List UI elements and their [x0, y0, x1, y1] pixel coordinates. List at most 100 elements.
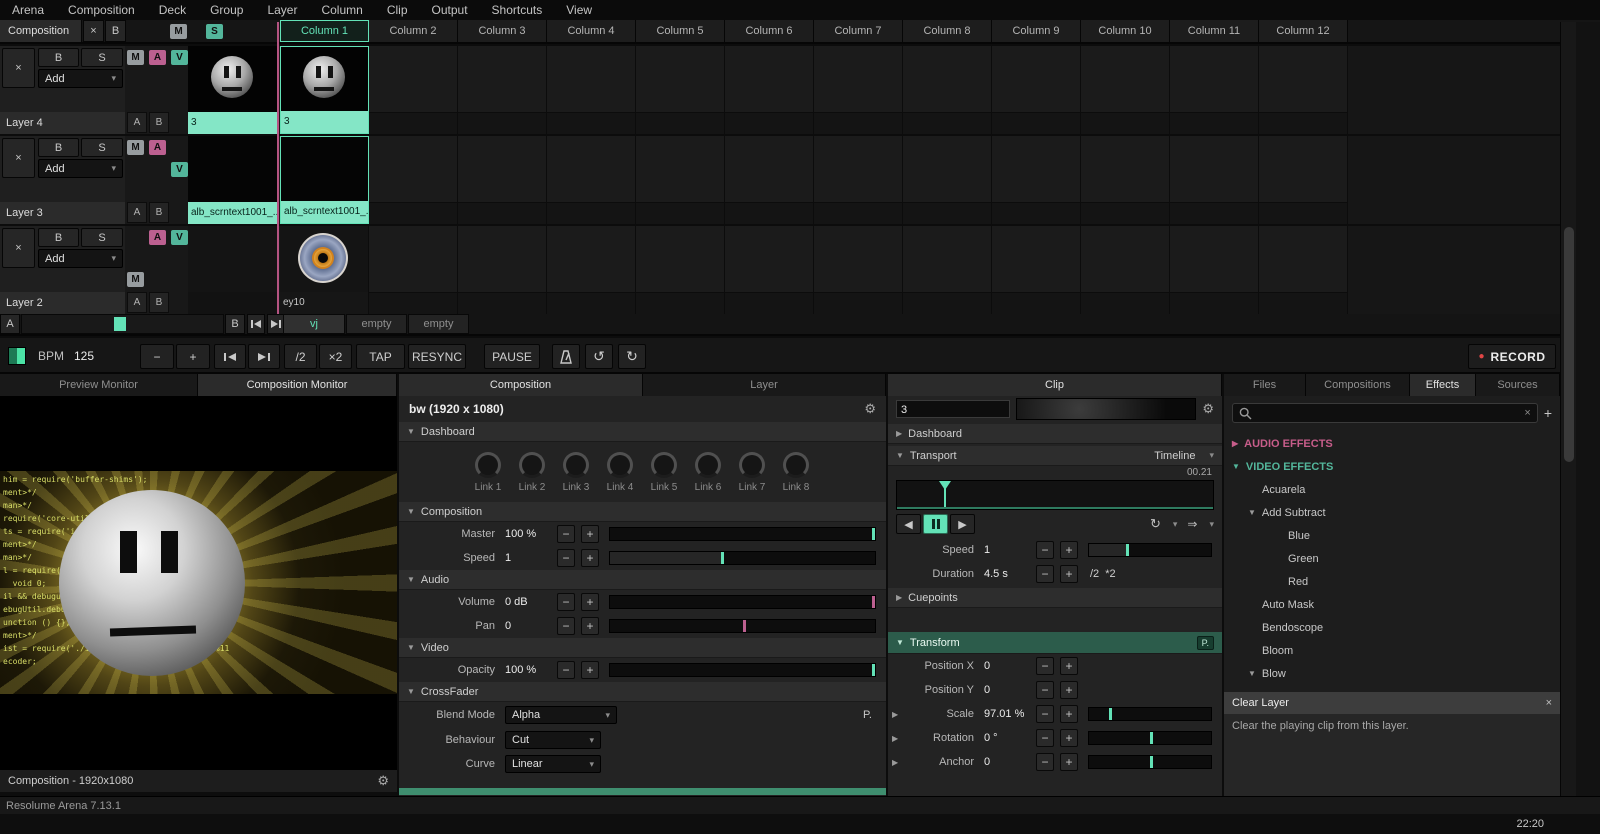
metronome-button[interactable]	[552, 344, 580, 369]
scrollbar-thumb[interactable]	[1564, 227, 1574, 462]
layer-solo-button[interactable]: S	[81, 228, 123, 247]
timeline-playhead-handle[interactable]	[939, 481, 952, 490]
tab-files[interactable]: Files	[1224, 374, 1306, 396]
section-video[interactable]: ▼ Video	[399, 638, 886, 658]
position-x-decrease[interactable]: −	[1036, 657, 1054, 675]
bpm-double-button[interactable]: ×2	[319, 344, 352, 369]
clip-cell-selected[interactable]: alb_scrntext1001_...	[280, 136, 369, 224]
master-value[interactable]: 100 %	[505, 528, 557, 540]
video-effects-category[interactable]: ▼ VIDEO EFFECTS	[1224, 455, 1560, 478]
anchor-increase[interactable]: +	[1060, 753, 1078, 771]
menu-composition[interactable]: Composition	[56, 0, 147, 20]
layer-v-toggle[interactable]: V	[171, 50, 188, 65]
gear-icon[interactable]: ⚙	[864, 401, 876, 417]
menu-group[interactable]: Group	[198, 0, 255, 20]
crossfader-b-button[interactable]: B	[225, 314, 245, 334]
beat-snap-back-button[interactable]	[214, 344, 246, 369]
layer-crossfader-b[interactable]: B	[149, 292, 169, 313]
section-cuepoints[interactable]: ▶ Cuepoints	[888, 588, 1222, 608]
clip-name-input[interactable]: 3	[896, 400, 1010, 418]
pause-button[interactable]: PAUSE	[484, 344, 540, 369]
anchor-decrease[interactable]: −	[1036, 753, 1054, 771]
undo-button[interactable]: ↺	[585, 344, 613, 369]
layer-a-toggle[interactable]: A	[149, 50, 166, 65]
bpm-decrease-button[interactable]: −	[140, 344, 174, 369]
duration-value[interactable]: 4.5 s	[984, 568, 1036, 580]
deck-tab-empty-1[interactable]: empty	[346, 314, 407, 334]
record-button[interactable]: ● RECORD	[1468, 344, 1556, 369]
param-p-button[interactable]: P.	[863, 709, 872, 721]
column-header-7[interactable]: Column 7	[814, 20, 903, 42]
transport-mode-dropdown[interactable]: Timeline ▾	[1154, 450, 1214, 462]
tab-layer[interactable]: Layer	[643, 374, 886, 396]
link-3-knob[interactable]	[563, 451, 589, 478]
opacity-decrease-button[interactable]: −	[557, 661, 575, 679]
rotation-value[interactable]: 0 °	[984, 732, 1036, 744]
duration-half-button[interactable]: /2	[1090, 568, 1099, 580]
effect-add-subtract[interactable]: ▼ Add Subtract	[1224, 501, 1560, 524]
column-header-12[interactable]: Column 12	[1259, 20, 1348, 42]
composition-tab[interactable]: Composition	[0, 20, 82, 42]
duration-increase[interactable]: +	[1060, 565, 1078, 583]
curve-dropdown[interactable]: Linear ▾	[505, 755, 601, 773]
layer-v-toggle[interactable]: V	[171, 230, 188, 245]
speed-slider[interactable]	[609, 551, 876, 565]
volume-increase-button[interactable]: +	[581, 593, 599, 611]
layer-blend-dropdown[interactable]: Add ▾	[38, 249, 123, 268]
expand-icon[interactable]: ▶	[888, 758, 902, 767]
link-2-knob[interactable]	[519, 451, 545, 478]
rotation-slider[interactable]	[1088, 731, 1212, 745]
clip-speed-decrease[interactable]: −	[1036, 541, 1054, 559]
section-dashboard[interactable]: ▼ Dashboard	[399, 422, 886, 442]
column-header-6[interactable]: Column 6	[725, 20, 814, 42]
master-slider[interactable]	[609, 527, 876, 541]
deck-tab-vj[interactable]: vj	[283, 314, 345, 334]
link-8-knob[interactable]	[783, 451, 809, 478]
layer-name[interactable]: Layer 3	[0, 202, 125, 224]
close-icon[interactable]: ×	[1546, 697, 1552, 709]
column-header-9[interactable]: Column 9	[992, 20, 1081, 42]
menu-deck[interactable]: Deck	[147, 0, 198, 20]
layer-v-toggle[interactable]: V	[171, 162, 188, 177]
clip-cell[interactable]: ey10	[280, 226, 369, 314]
position-x-increase[interactable]: +	[1060, 657, 1078, 675]
layer-a-toggle[interactable]: A	[149, 230, 166, 245]
layer-crossfader-b[interactable]: B	[149, 112, 169, 133]
play-backwards-button[interactable]: ◀	[896, 514, 921, 534]
position-y-increase[interactable]: +	[1060, 681, 1078, 699]
menu-shortcuts[interactable]: Shortcuts	[480, 0, 555, 20]
expand-icon[interactable]: ▶	[888, 710, 902, 719]
column-header-8[interactable]: Column 8	[903, 20, 992, 42]
link-1-knob[interactable]	[475, 451, 501, 478]
clip-speed-value[interactable]: 1	[984, 544, 1036, 556]
pan-increase-button[interactable]: +	[581, 617, 599, 635]
layer-blend-dropdown[interactable]: Add ▾	[38, 159, 123, 178]
active-clip-cell[interactable]	[188, 226, 277, 314]
scale-value[interactable]: 97.01 %	[984, 708, 1036, 720]
layer-name[interactable]: Layer 4	[0, 112, 125, 134]
tab-effects[interactable]: Effects	[1410, 374, 1476, 396]
tab-clip[interactable]: Clip	[888, 374, 1222, 396]
layer-solo-button[interactable]: S	[81, 138, 123, 157]
empty-clip-cells[interactable]	[280, 136, 1348, 202]
tap-button[interactable]: TAP	[356, 344, 405, 369]
composition-bypass-button[interactable]: B	[105, 20, 126, 42]
deck-tab-empty-2[interactable]: empty	[408, 314, 469, 334]
layer-bypass-button[interactable]: B	[38, 228, 79, 247]
blend-mode-dropdown[interactable]: Alpha ▾	[505, 706, 617, 724]
opacity-slider[interactable]	[609, 663, 876, 677]
gear-icon[interactable]: ⚙	[1202, 401, 1214, 417]
menu-output[interactable]: Output	[420, 0, 480, 20]
pan-value[interactable]: 0	[505, 620, 557, 632]
layer-m-toggle[interactable]: M	[127, 140, 144, 155]
layer-close-button[interactable]: ×	[2, 138, 35, 178]
tab-compositions[interactable]: Compositions	[1306, 374, 1410, 396]
position-y-value[interactable]: 0	[984, 684, 1036, 696]
pause-clip-button[interactable]	[923, 514, 948, 534]
rotation-increase[interactable]: +	[1060, 729, 1078, 747]
anchor-slider[interactable]	[1088, 755, 1212, 769]
effect-bendoscope[interactable]: Bendoscope	[1224, 616, 1560, 639]
empty-clip-cells[interactable]	[280, 226, 1348, 292]
volume-decrease-button[interactable]: −	[557, 593, 575, 611]
speed-increase-button[interactable]: +	[581, 549, 599, 567]
